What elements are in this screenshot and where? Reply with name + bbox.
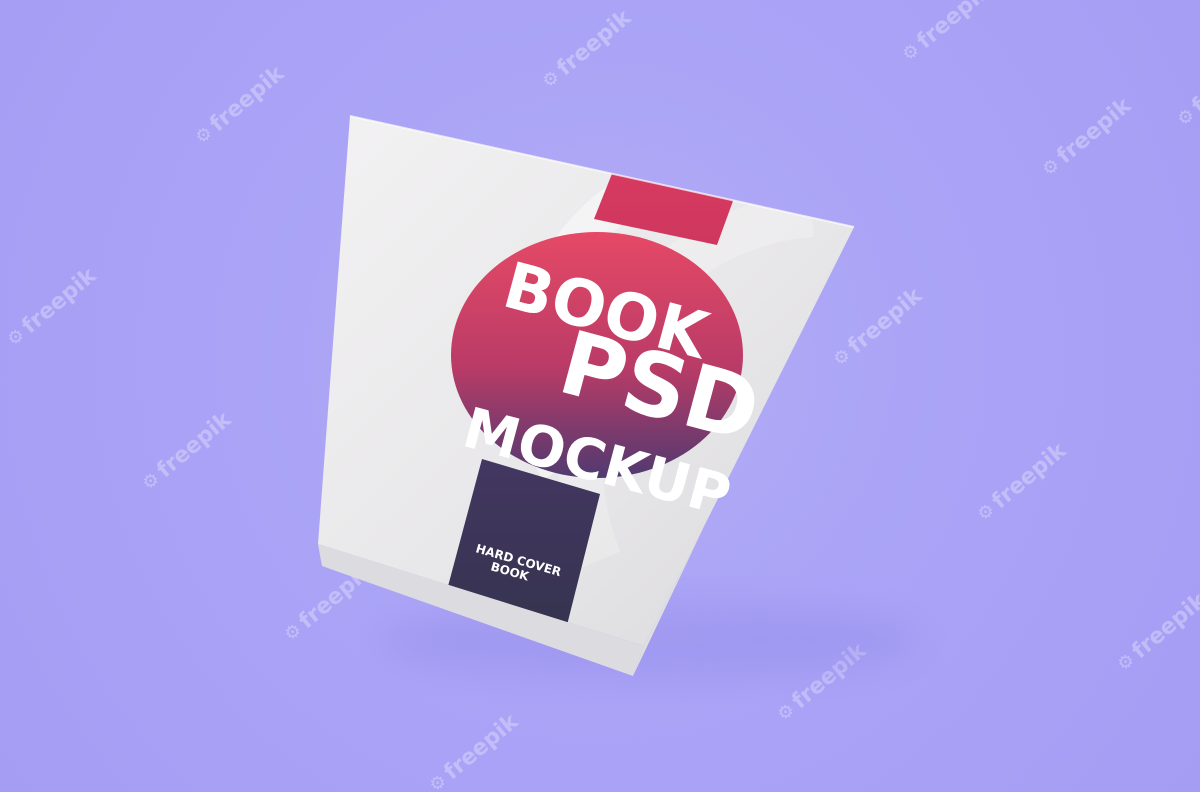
book-svg: BOOK PSD MOCKUP HARD COVER BOOK <box>318 115 920 680</box>
book-mockup-scene: freepik freepik freepik freepik freepik … <box>0 0 1200 792</box>
